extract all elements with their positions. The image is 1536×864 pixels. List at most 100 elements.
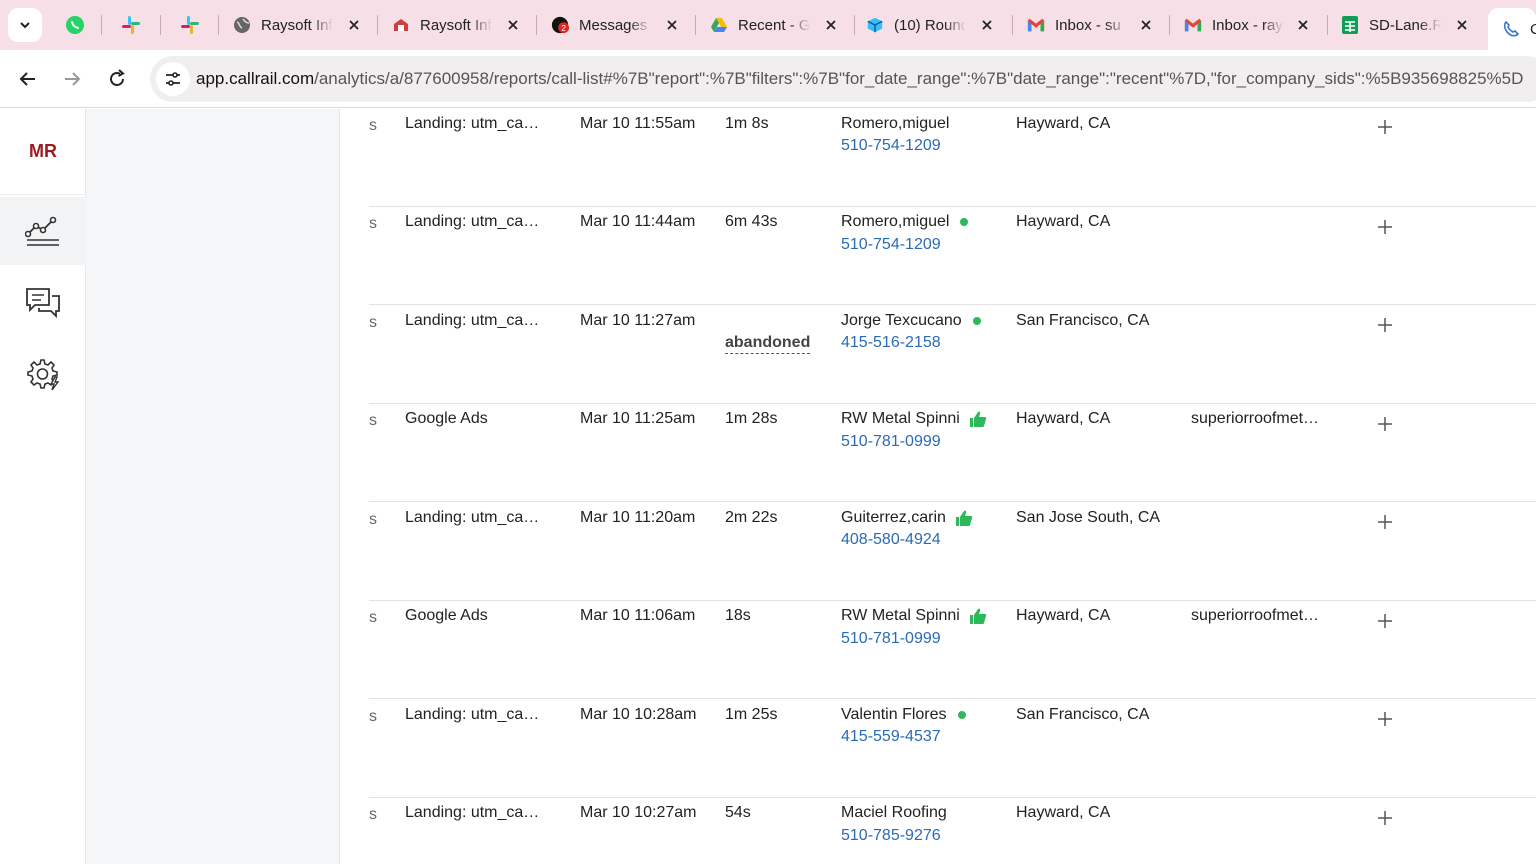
callrail-icon bbox=[1502, 20, 1520, 38]
pinned-tab-whatsapp[interactable] bbox=[62, 11, 88, 39]
duration-cell: 18s bbox=[725, 607, 751, 624]
close-tab-icon[interactable] bbox=[663, 16, 681, 34]
close-tab-icon[interactable] bbox=[822, 16, 840, 34]
table-row[interactable]: s Landing: utm_ca… Mar 10 11:20am 2m 22s… bbox=[369, 503, 1536, 601]
close-tab-icon[interactable] bbox=[978, 16, 996, 34]
tab-search-button[interactable] bbox=[8, 8, 42, 42]
add-tag-button[interactable] bbox=[1377, 119, 1393, 135]
customer-phone-link[interactable]: 510-785-9276 bbox=[841, 827, 941, 845]
pinned-tab-slack[interactable] bbox=[118, 11, 144, 39]
abandoned-status[interactable]: abandoned bbox=[725, 334, 811, 354]
customer-phone-link[interactable]: 510-754-1209 bbox=[841, 137, 941, 155]
table-row[interactable]: s Landing: utm_ca… Mar 10 11:44am 6m 43s… bbox=[369, 207, 1536, 305]
source-cell: Landing: utm_ca… bbox=[405, 213, 540, 230]
table-row[interactable]: s Landing: utm_ca… Mar 10 10:28am 1m 25s… bbox=[369, 700, 1536, 798]
source-cell: Landing: utm_ca… bbox=[405, 706, 540, 723]
customer-name[interactable]: RW Metal Spinni bbox=[841, 410, 987, 428]
location-cell: Hayward, CA bbox=[1016, 607, 1111, 624]
address-bar[interactable]: app.callrail.com/analytics/a/877600958/r… bbox=[150, 56, 1536, 102]
start-time-cell: Mar 10 11:44am bbox=[580, 213, 696, 230]
table-row[interactable]: s Google Ads Mar 10 11:25am 1m 28s RW Me… bbox=[369, 404, 1536, 502]
google-drive-icon bbox=[710, 16, 728, 34]
url-text[interactable]: app.callrail.com/analytics/a/877600958/r… bbox=[196, 69, 1523, 89]
whatsapp-icon bbox=[66, 16, 84, 34]
source-cell: Landing: utm_ca… bbox=[405, 509, 540, 526]
plus-icon bbox=[1378, 614, 1392, 628]
nav-analytics[interactable] bbox=[0, 197, 86, 265]
duration-cell: 1m 28s bbox=[725, 410, 778, 427]
website-cell: superiorroofmet… bbox=[1191, 410, 1320, 427]
customer-phone-link[interactable]: 510-754-1209 bbox=[841, 236, 941, 254]
gear-lightning-icon bbox=[27, 359, 60, 391]
start-time-cell: Mar 10 11:25am bbox=[580, 410, 696, 427]
add-tag-button[interactable] bbox=[1377, 514, 1393, 530]
customer-name[interactable]: Maciel Roofing bbox=[841, 804, 947, 822]
tab-google-drive[interactable]: Recent - G bbox=[710, 8, 840, 42]
location-cell: Hayward, CA bbox=[1016, 213, 1111, 230]
customer-phone-link[interactable]: 415-559-4537 bbox=[841, 728, 941, 746]
tab-messages[interactable]: 2 Messages bbox=[551, 8, 681, 42]
slack-icon bbox=[181, 16, 199, 34]
table-row[interactable]: s Google Ads Mar 10 11:06am 18s RW Metal… bbox=[369, 601, 1536, 699]
customer-phone-link[interactable]: 408-580-4924 bbox=[841, 531, 941, 549]
nav-conversations[interactable] bbox=[0, 269, 86, 337]
location-cell: Hayward, CA bbox=[1016, 410, 1111, 427]
customer-name[interactable]: Jorge Texcucano bbox=[841, 312, 981, 330]
customer-phone-link[interactable]: 510-781-0999 bbox=[841, 630, 941, 648]
slack-icon bbox=[122, 16, 140, 34]
customer-phone-link[interactable]: 415-516-2158 bbox=[841, 334, 941, 352]
customer-name[interactable]: Romero,miguel bbox=[841, 213, 969, 231]
close-tab-icon[interactable] bbox=[345, 16, 363, 34]
plus-icon bbox=[1378, 220, 1392, 234]
plus-icon bbox=[1378, 318, 1392, 332]
add-tag-button[interactable] bbox=[1377, 219, 1393, 235]
user-avatar[interactable]: MR bbox=[0, 109, 86, 195]
location-cell: San Francisco, CA bbox=[1016, 312, 1150, 329]
close-tab-icon[interactable] bbox=[1294, 16, 1312, 34]
location-cell: San Jose South, CA bbox=[1016, 509, 1161, 526]
plus-icon bbox=[1378, 417, 1392, 431]
site-info-button[interactable] bbox=[156, 62, 190, 96]
close-tab-icon[interactable] bbox=[1453, 16, 1471, 34]
tab-raysoft-2[interactable]: Raysoft Inf bbox=[392, 8, 522, 42]
thumbs-up-icon bbox=[969, 411, 987, 427]
status-dot-icon bbox=[957, 711, 966, 719]
customer-phone-link[interactable]: 510-781-0999 bbox=[841, 433, 941, 451]
add-tag-button[interactable] bbox=[1377, 416, 1393, 432]
table-row[interactable]: s Landing: utm_ca… Mar 10 11:27am abando… bbox=[369, 306, 1536, 404]
gmail-icon bbox=[1027, 16, 1045, 34]
table-row[interactable]: s Landing: utm_ca… Mar 10 11:55am 1m 8s … bbox=[369, 109, 1536, 207]
messages-icon: 2 bbox=[551, 16, 569, 34]
add-tag-button[interactable] bbox=[1377, 317, 1393, 333]
customer-name[interactable]: RW Metal Spinni bbox=[841, 607, 987, 625]
tab-sd-lane-sheet[interactable]: SD-Lane.R bbox=[1341, 8, 1471, 42]
location-cell: San Francisco, CA bbox=[1016, 706, 1150, 723]
customer-name[interactable]: Valentin Flores bbox=[841, 706, 966, 724]
duration-cell: 54s bbox=[725, 804, 751, 821]
close-tab-icon[interactable] bbox=[504, 16, 522, 34]
back-button[interactable] bbox=[13, 64, 43, 94]
reload-button[interactable] bbox=[102, 64, 132, 94]
thumbs-up-icon bbox=[969, 608, 987, 624]
source-cell: Landing: utm_ca… bbox=[405, 115, 540, 132]
google-sheets-icon bbox=[1341, 16, 1359, 34]
tab-roundcube[interactable]: (10) Round bbox=[866, 8, 996, 42]
customer-name[interactable]: Romero,miguel bbox=[841, 115, 949, 133]
nav-settings[interactable] bbox=[0, 340, 86, 408]
table-row[interactable]: s Landing: utm_ca… Mar 10 10:27am 54s Ma… bbox=[369, 798, 1536, 864]
customer-name[interactable]: Guiterrez,carin bbox=[841, 509, 973, 527]
status-dot-icon bbox=[960, 218, 969, 226]
forward-button[interactable] bbox=[57, 64, 87, 94]
start-time-cell: Mar 10 11:27am bbox=[580, 312, 696, 329]
tab-raysoft-1[interactable]: Raysoft Inf bbox=[233, 8, 363, 42]
tab-inbox-1[interactable]: Inbox - su bbox=[1027, 8, 1155, 42]
add-tag-button[interactable] bbox=[1377, 711, 1393, 727]
pinned-tab-slack-2[interactable] bbox=[177, 11, 203, 39]
add-tag-button[interactable] bbox=[1377, 810, 1393, 826]
add-tag-button[interactable] bbox=[1377, 613, 1393, 629]
analytics-chart-icon bbox=[25, 216, 59, 246]
tab-callrail-active[interactable]: C bbox=[1488, 8, 1536, 50]
close-tab-icon[interactable] bbox=[1137, 16, 1155, 34]
filters-panel bbox=[86, 109, 340, 864]
tab-inbox-2[interactable]: Inbox - ray bbox=[1184, 8, 1312, 42]
